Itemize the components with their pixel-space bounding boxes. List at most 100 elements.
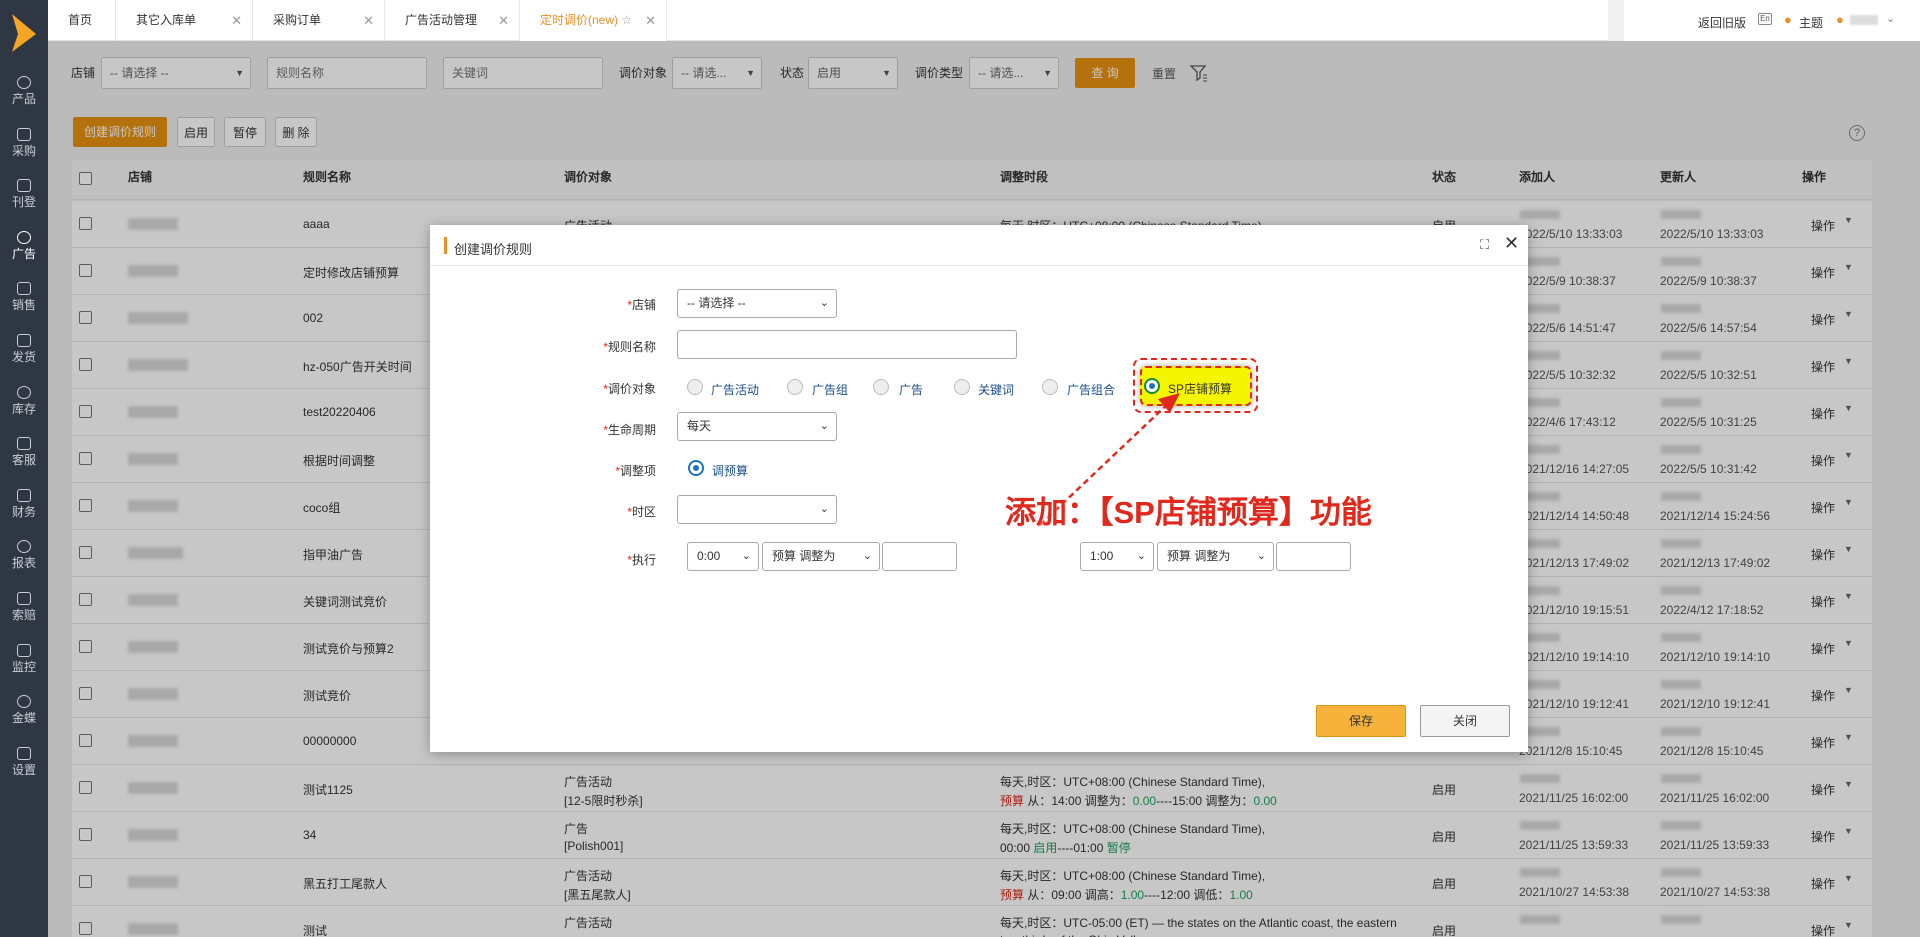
tab-label: 其它入库单: [136, 13, 197, 27]
finance-icon: [17, 488, 31, 502]
tab-1[interactable]: 首页: [48, 0, 116, 41]
sidebar: 产品采购刊登广告销售发货库存客服财务报表索赔监控金蝶设置: [0, 0, 48, 937]
radio-ad-label[interactable]: 广告: [899, 381, 923, 398]
gear-icon: [17, 746, 31, 760]
sidebar-item-7[interactable]: 库存: [0, 380, 48, 424]
tab-bar: 首页 其它入库单 ✕ 采购订单 ✕ 广告活动管理 ✕ 定时调价(new) ☆ ✕: [48, 0, 1608, 41]
palette-icon: ●: [1784, 12, 1792, 27]
radio-adgroup-label[interactable]: 广告组: [812, 381, 848, 398]
tab-label: 首页: [68, 13, 93, 27]
logo-icon[interactable]: [12, 14, 36, 52]
dialog-rule-name-input[interactable]: [677, 330, 1017, 359]
sidebar-item-2[interactable]: 采购: [0, 122, 48, 166]
radio-adjust-budget[interactable]: [688, 460, 704, 476]
radio-ad[interactable]: [873, 379, 889, 395]
sidebar-item-label: 金蝶: [11, 711, 36, 726]
sidebar-item-label: 销售: [11, 298, 36, 313]
dialog-title: 创建调价规则: [454, 242, 533, 257]
sidebar-item-label: 财务: [11, 504, 36, 519]
kingdee-icon: [17, 695, 31, 709]
rule-name-label: *规则名称: [603, 340, 656, 354]
exec-label: *执行: [627, 553, 656, 567]
radio-adjust-budget-label[interactable]: 调预算: [712, 462, 748, 479]
chevron-down-icon: ⌄: [1256, 550, 1266, 562]
sidebar-item-label: 采购: [11, 143, 36, 158]
truck-icon: [17, 334, 31, 347]
radio-campaign-label[interactable]: 广告活动: [711, 381, 759, 398]
shield-icon: [17, 592, 31, 605]
chevron-down-icon: ⌄: [741, 550, 751, 562]
sidebar-item-label: 发货: [11, 350, 36, 364]
headset-icon: [17, 437, 31, 451]
sidebar-item-5[interactable]: 销售: [0, 276, 48, 320]
exec1-time-select[interactable]: 0:00 ⌄: [687, 542, 759, 571]
sidebar-item-8[interactable]: 客服: [0, 431, 48, 475]
dialog-timezone-select[interactable]: ⌄: [677, 495, 837, 524]
tab-label: 广告活动管理: [405, 13, 478, 27]
tab-3[interactable]: 采购订单 ✕: [253, 0, 385, 41]
old-version-link[interactable]: 返回旧版: [1698, 14, 1746, 31]
sidebar-item-label: 索赔: [11, 608, 36, 622]
sidebar-item-13[interactable]: 金蝶: [0, 689, 48, 733]
username[interactable]: [1850, 15, 1878, 25]
exec2-time-select[interactable]: 1:00 ⌄: [1080, 542, 1154, 571]
close-icon[interactable]: ✕: [1504, 233, 1519, 254]
tab-label: 定时调价(new): [540, 13, 619, 27]
radio-adgroup[interactable]: [787, 379, 803, 395]
language-icon[interactable]: En: [1758, 13, 1772, 25]
exec2-value-input[interactable]: [1276, 542, 1351, 571]
dialog-lifecycle-select[interactable]: 每天 ⌄: [677, 412, 837, 441]
dialog-header: 创建调价规则 ⛶ ✕: [430, 225, 1528, 266]
monitor-icon: [17, 643, 31, 657]
close-button[interactable]: 关闭: [1420, 705, 1510, 737]
exec1-action-select[interactable]: 预算 调整为 ⌄: [762, 542, 880, 571]
shop-label: *店铺: [627, 298, 656, 312]
sidebar-item-11[interactable]: 索赔: [0, 586, 48, 630]
adjust-label: *调整项: [615, 464, 656, 478]
chevron-down-icon: ⌄: [819, 420, 829, 432]
tab-5[interactable]: 定时调价(new) ☆ ✕: [520, 0, 667, 41]
chevron-down-icon[interactable]: ⌄: [1886, 12, 1895, 25]
cart-icon: [17, 127, 31, 141]
tab-4[interactable]: 广告活动管理 ✕: [385, 0, 520, 41]
sidebar-item-9[interactable]: 财务: [0, 483, 48, 527]
sidebar-item-1[interactable]: 产品: [0, 70, 48, 114]
radio-keyword-label[interactable]: 关键词: [978, 381, 1014, 398]
sidebar-item-label: 广告: [11, 246, 36, 261]
sidebar-item-6[interactable]: 发货: [0, 328, 48, 372]
close-icon[interactable]: ✕: [231, 0, 242, 41]
chevron-down-icon: ⌄: [819, 503, 829, 515]
close-icon[interactable]: ✕: [363, 0, 374, 41]
chevron-down-icon: ⌄: [862, 550, 872, 562]
chevron-down-icon: ⌄: [819, 297, 829, 309]
top-right-bar: 返回旧版 En ● 主题 ● ⌄: [1624, 0, 1920, 41]
dialog-shop-select[interactable]: -- 请选择 -- ⌄: [677, 289, 837, 318]
target-label: *调价对象: [603, 382, 656, 396]
radio-keyword[interactable]: [954, 379, 970, 395]
sidebar-item-label: 监控: [11, 659, 36, 674]
chevron-down-icon: ⌄: [1136, 550, 1146, 562]
sidebar-item-3[interactable]: 刊登: [0, 173, 48, 217]
maximize-icon[interactable]: ⛶: [1480, 237, 1489, 253]
sidebar-item-12[interactable]: 监控: [0, 638, 48, 682]
exec1-value-input[interactable]: [882, 542, 957, 571]
radio-campaign[interactable]: [687, 379, 703, 395]
user-icon: ●: [1836, 12, 1844, 27]
sidebar-item-14[interactable]: 设置: [0, 741, 48, 785]
close-icon[interactable]: ✕: [645, 0, 656, 41]
annotation-text: 添加：【SP店铺预算】功能: [1005, 495, 1372, 530]
create-rule-dialog: 创建调价规则 ⛶ ✕ *店铺 *规则名称 *调价对象 *生命周期 *调整项 *时…: [430, 225, 1528, 752]
timezone-label: *时区: [627, 505, 656, 519]
sidebar-item-label: 设置: [11, 762, 36, 777]
sidebar-item-4[interactable]: 广告: [0, 225, 48, 269]
sidebar-item-10[interactable]: 报表: [0, 534, 48, 578]
theme-button[interactable]: 主题: [1799, 14, 1823, 31]
exec2-action-select[interactable]: 预算 调整为 ⌄: [1157, 542, 1274, 571]
save-button[interactable]: 保存: [1316, 705, 1406, 737]
sidebar-item-label: 刊登: [11, 195, 36, 210]
tab-2[interactable]: 其它入库单 ✕: [116, 0, 253, 41]
close-icon[interactable]: ✕: [498, 0, 509, 41]
star-icon[interactable]: ☆: [618, 13, 632, 27]
lock-icon: [17, 76, 31, 89]
sidebar-item-label: 客服: [11, 453, 36, 468]
